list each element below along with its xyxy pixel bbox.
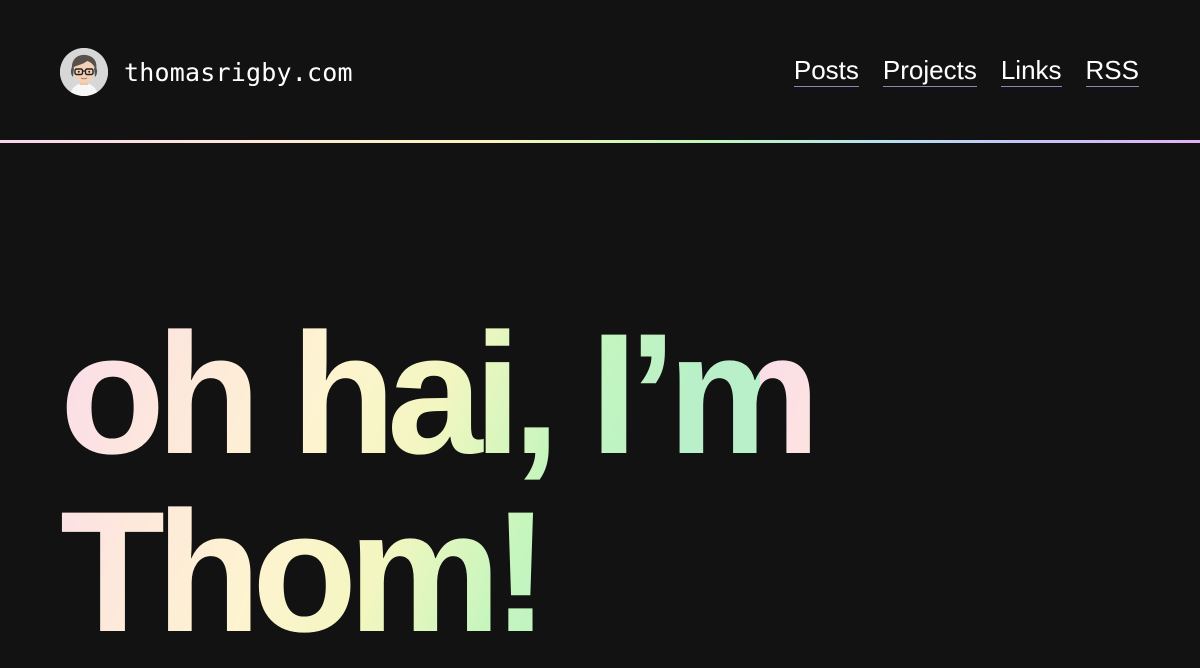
gradient-divider: [0, 140, 1200, 143]
nav-link-links[interactable]: Links: [1000, 56, 1062, 87]
nav-link-posts[interactable]: Posts: [793, 56, 859, 87]
hero-heading: oh hai, I’m Thom!: [60, 298, 821, 661]
nav-link-projects[interactable]: Projects: [882, 56, 977, 87]
site-name: thomasrigby.com: [124, 57, 353, 87]
hero-line-1: oh hai, I’m: [60, 298, 821, 490]
hero-line-2: Thom!: [60, 483, 812, 661]
avatar: [60, 48, 108, 96]
nav-link-rss[interactable]: RSS: [1085, 56, 1139, 87]
site-header: thomasrigby.com Posts Projects Links RSS: [0, 0, 1200, 142]
main-navigation: Posts Projects Links RSS: [793, 56, 1139, 87]
home-link[interactable]: thomasrigby.com: [60, 48, 353, 96]
avatar-illustration: [60, 48, 108, 96]
